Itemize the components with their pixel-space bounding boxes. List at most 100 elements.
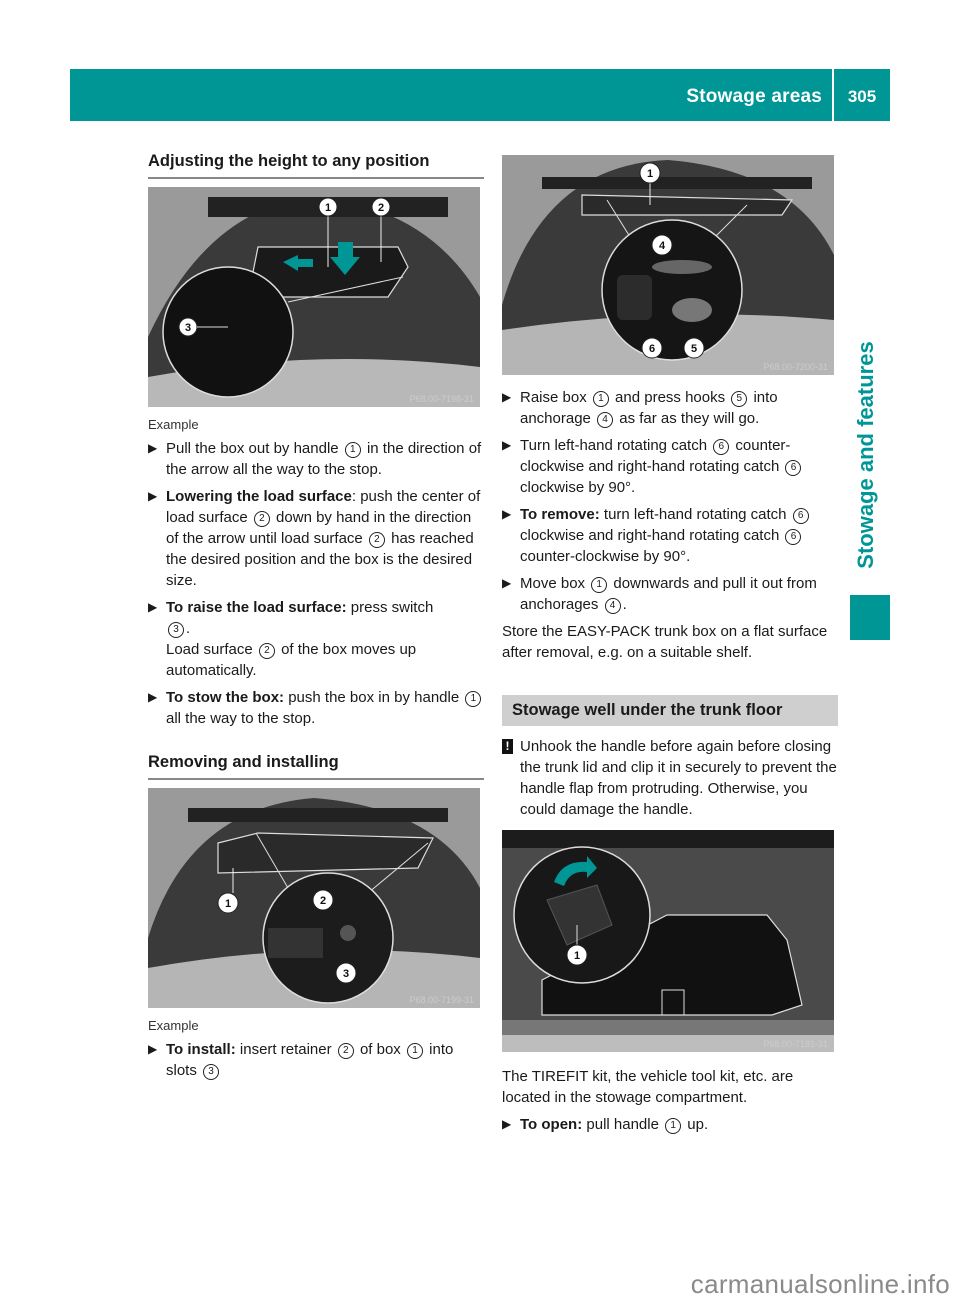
callout-number: 1 [592,391,609,407]
warning-note: ! Unhook the handle before again before … [502,736,838,820]
callout-number: 1 [465,691,482,707]
callout-number: 3 [203,1064,220,1080]
step-arrow-icon: ▶ [148,489,158,503]
store-note: Store the EASY-PACK trunk box on a flat … [502,623,828,661]
callout-number: 6 [785,529,802,545]
page-number: 305 [847,87,877,106]
heading-removing-installing: Removing and installing [148,741,484,780]
step-remove: ▶ To remove: turn left-hand rotating cat… [502,504,838,567]
callout-number: 4 [597,412,614,428]
callout-4: 4 [659,240,666,252]
figure-code: P68.00-7199-31 [409,995,474,1005]
step-arrow-icon: ▶ [502,438,512,452]
step-text: Pull the box out by handle [166,440,343,457]
callout-number: 2 [368,532,385,548]
step-arrow-icon: ▶ [502,576,512,590]
step-arrow-icon: ▶ [502,390,512,404]
chapter-tab-label: Stowage and features [853,341,878,569]
step-text: as far as they will go. [615,410,760,427]
step-text: turn left-hand rotating catch [599,506,791,523]
callout-number: 1 [665,1118,682,1134]
step-text: up. [683,1116,709,1133]
figure-stowage-well: 1 P68.00-7181-31 [502,830,834,1052]
callout-5: 5 [691,343,697,355]
step-text: counter-clockwise by 90°. [520,548,691,565]
step-arrow-icon: ▶ [502,507,512,521]
trunk-photo-1: 1 2 3 [148,187,480,407]
callout-1: 1 [574,950,580,962]
trunk-photo-4: 1 [502,830,834,1052]
figure-hooks-catches: 1 4 6 5 P68.00-7200-31 [502,155,834,375]
step-raise-box: ▶ Raise box 1 and press hooks 5 into anc… [502,387,838,429]
kit-note: The TIREFIT kit, the vehicle tool kit, e… [502,1068,794,1106]
step-install: ▶ To install: insert retainer 2 of box 1… [148,1039,484,1081]
trunk-photo-2: 1 2 3 [148,788,480,1008]
warning-icon: ! [502,739,513,754]
figure-remove-install: 1 2 3 P68.00-7199-31 [148,788,480,1008]
callout-number: 2 [258,643,275,659]
callout-3: 3 [185,322,191,334]
step-text: Load surface [166,641,257,658]
watermark[interactable]: carmanualsonline.info [691,1269,950,1300]
step-turn-catch: ▶ Turn left-hand rotating catch 6 counte… [502,435,838,498]
step-move-box: ▶ Move box 1 downwards and pull it out f… [502,573,838,615]
callout-2: 2 [320,895,326,907]
step-text: pull handle [582,1116,664,1133]
callout-number: 1 [344,442,361,458]
step-arrow-icon: ▶ [502,1117,512,1131]
right-column: 1 4 6 5 P68.00-7200-31 ▶ Raise box 1 and… [502,155,838,1141]
callout-number: 1 [406,1043,423,1059]
chapter-tab[interactable]: Stowage and features [846,330,886,580]
step-text: and press hooks [610,389,730,406]
callout-number: 5 [731,391,748,407]
step-text: Raise box [520,389,591,406]
callout-1: 1 [325,202,331,214]
step-lower-surface: ▶ Lowering the load surface: push the ce… [148,486,484,591]
step-text: Unhook the handle before again before cl… [520,738,837,818]
heading-stowage-well: Stowage well under the trunk floor [502,695,838,726]
callout-1: 1 [225,898,231,910]
step-text: Lowering the load surface [166,488,352,505]
header-bar: Stowage areas 305 [70,69,890,121]
figure-code: P68.00-7200-31 [763,362,828,372]
step-text: push the box in by handle [284,689,464,706]
figure-caption: Example [148,1018,199,1033]
step-text: To raise the load surface: [166,599,347,616]
chapter-marker [850,595,890,640]
callout-2: 2 [378,202,384,214]
step-text: . [622,596,627,613]
step-open: ▶ To open: pull handle 1 up. [502,1114,838,1135]
heading-adjusting-height: Adjusting the height to any position [148,140,484,179]
step-arrow-icon: ▶ [148,600,158,614]
step-text: To open: [520,1116,583,1133]
trunk-photo-3: 1 4 6 5 [502,155,834,375]
step-text: of box [355,1041,405,1058]
callout-number: 3 [168,622,184,638]
step-text: Move box [520,575,590,592]
callout-number: 6 [792,508,809,524]
figure-code: P68.00-7181-31 [763,1039,828,1049]
step-raise-surface: ▶ To raise the load surface: press switc… [148,597,484,681]
step-text: Turn left-hand rotating catch [520,437,712,454]
step-text: clockwise and right-hand rotating catch [520,527,784,544]
callout-number: 6 [785,460,802,476]
figure-adjust-height: 1 2 3 P68.00-7198-31 [148,187,480,407]
step-text: To remove: [520,506,600,523]
step-text: press switch [346,599,434,616]
step-text: insert retainer [235,1041,336,1058]
callout-6: 6 [649,343,655,355]
callout-3: 3 [343,968,349,980]
step-text: clockwise by 90°. [520,479,636,496]
step-arrow-icon: ▶ [148,1042,158,1056]
callout-number: 1 [591,577,608,593]
step-text: To stow the box: [166,689,285,706]
step-text: all the way to the stop. [166,710,316,727]
figure-code: P68.00-7198-31 [409,394,474,404]
step-arrow-icon: ▶ [148,441,158,455]
section-title: Stowage areas [686,86,822,107]
step-pull-box: ▶ Pull the box out by handle 1 in the di… [148,438,484,480]
step-arrow-icon: ▶ [148,690,158,704]
step-text: . [186,620,191,637]
figure-caption: Example [148,417,199,432]
left-column: Adjusting the height to any position 1 2… [148,140,484,1087]
